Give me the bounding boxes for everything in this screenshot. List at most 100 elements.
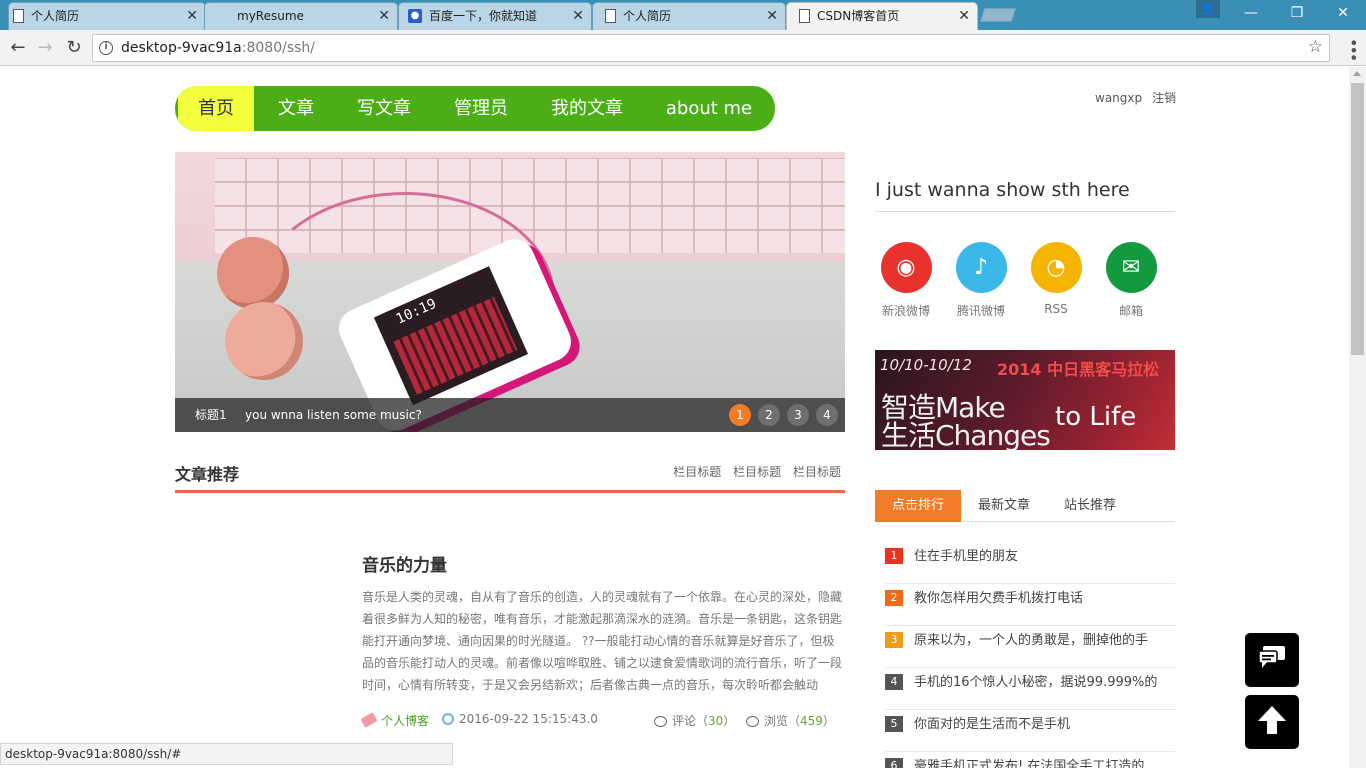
comment-close: ） <box>723 714 736 728</box>
column-link[interactable]: 栏目标题 <box>673 465 721 479</box>
social-tencent-weibo[interactable]: ♪ 腾讯微博 <box>951 242 1011 319</box>
menu-icon[interactable]: ••• <box>1344 38 1363 60</box>
rank-number: 6 <box>885 758 903 768</box>
ad-slogan-2: 生活Changes <box>881 419 1051 450</box>
browser-tab[interactable]: myResume ✕ <box>204 2 398 30</box>
banner-caption-label: 标题1 <box>195 408 227 422</box>
nav-item-home[interactable]: 首页 <box>178 86 254 131</box>
rank-list-item[interactable]: 6 豪雅手机正式发布! 在法国全手工打造的 <box>885 752 1175 768</box>
username-link[interactable]: wangxp <box>1095 91 1142 105</box>
rank-number: 4 <box>885 674 903 690</box>
rss-icon: ◔ <box>1030 242 1082 293</box>
tab-title: 百度一下，你就知道 <box>429 9 538 23</box>
view-label: 浏览（ <box>764 714 801 728</box>
rank-list-item[interactable]: 4 手机的16个惊人小秘密，据说99.999%的 <box>885 668 1175 710</box>
browser-tab[interactable]: 个人简历 ✕ <box>592 2 786 30</box>
view-count: 459 <box>800 714 823 728</box>
banner-headphone-cup <box>217 237 289 309</box>
ad-headline: 2014 中日黑客马拉松 <box>997 360 1160 379</box>
recommend-columns: 栏目标题 栏目标题 栏目标题 <box>665 463 841 480</box>
reload-icon[interactable]: ↻ <box>62 36 86 60</box>
tab-title: CSDN博客首页 <box>817 9 900 23</box>
article-tag[interactable]: 个人博客 <box>360 712 429 729</box>
browser-tab[interactable]: 个人简历 ✕ <box>8 2 206 30</box>
url-text[interactable]: desktop-9vac91a:8080/ssh/ <box>121 35 315 61</box>
article-date: 2016-09-22 15:15:43.0 <box>442 712 598 726</box>
nav-item-write[interactable]: 写文章 <box>343 86 425 131</box>
document-icon <box>13 9 24 23</box>
banner-dot[interactable]: 1 <box>729 404 751 426</box>
recommend-header: 文章推荐 栏目标题 栏目标题 栏目标题 <box>175 457 845 493</box>
user-box: wangxp 注销 <box>1095 89 1186 106</box>
minimize-button[interactable]: — <box>1228 0 1274 26</box>
social-mail[interactable]: ✉ 邮箱 <box>1101 242 1161 319</box>
column-link[interactable]: 栏目标题 <box>733 465 781 479</box>
social-rss[interactable]: ◔ RSS <box>1026 242 1086 316</box>
banner-dot[interactable]: 3 <box>787 404 809 426</box>
tab-top-clicks[interactable]: 点击排行 <box>875 490 961 522</box>
scroll-thumb[interactable] <box>1351 83 1364 355</box>
tab-title: 个人简历 <box>31 9 80 23</box>
sidebar-title: I just wanna show sth here <box>875 179 1175 212</box>
banner-dot[interactable]: 4 <box>816 404 838 426</box>
chat-icon <box>1258 646 1285 668</box>
article-title[interactable]: 音乐的力量 <box>362 551 846 576</box>
close-icon[interactable]: ✕ <box>572 3 584 29</box>
column-link[interactable]: 栏目标题 <box>793 465 841 479</box>
social-weibo[interactable]: ◉ 新浪微博 <box>876 242 936 319</box>
close-icon[interactable]: ✕ <box>766 3 778 29</box>
nav-item-articles[interactable]: 文章 <box>261 86 331 131</box>
rank-title: 豪雅手机正式发布! 在法国全手工打造的 <box>914 759 1145 768</box>
chat-button[interactable] <box>1245 633 1299 687</box>
close-window-button[interactable]: ✕ <box>1320 0 1366 26</box>
info-icon[interactable]: i <box>99 41 113 55</box>
baidu-paw-icon: ● <box>408 9 422 23</box>
comment-icon <box>654 716 667 727</box>
comment-label: 评论（ <box>672 714 709 728</box>
banner-dot[interactable]: 2 <box>758 404 780 426</box>
logout-link[interactable]: 注销 <box>1152 91 1176 105</box>
scroll-up-arrow[interactable] <box>1353 71 1361 76</box>
browser-tab[interactable]: ● 百度一下，你就知道 ✕ <box>398 2 592 30</box>
article-excerpt: 音乐是人类的灵魂，自从有了音乐的创造，人的灵魂就有了一个依靠。在心灵的深处，隐藏… <box>362 590 843 692</box>
rank-title: 原来以为，一个人的勇敢是，删掉他的手 <box>914 633 1149 648</box>
article-comments[interactable]: 评论（30） <box>654 712 735 729</box>
banner-slider[interactable]: 10:19 标题1 you wnna listen some music? 1 … <box>175 152 845 432</box>
nav-item-admin[interactable]: 管理员 <box>440 86 522 131</box>
weibo-icon: ◉ <box>880 242 932 293</box>
hackathon-ad-banner[interactable]: 10/10-10/12 2014 中日黑客马拉松 智造Make 生活Change… <box>875 350 1175 450</box>
banner-caption-text[interactable]: you wnna listen some music? <box>245 398 422 432</box>
main-nav: 首页 文章 写文章 管理员 我的文章 about me <box>175 86 775 131</box>
maximize-button[interactable]: ❐ <box>1274 0 1320 26</box>
tencent-weibo-icon: ♪ <box>955 242 1007 293</box>
document-icon <box>605 9 616 23</box>
social-label: 新浪微博 <box>881 304 930 318</box>
rank-number: 1 <box>885 548 903 564</box>
page-scrollbar[interactable] <box>1349 67 1366 768</box>
back-to-top-button[interactable] <box>1245 695 1299 749</box>
browser-tab-active[interactable]: CSDN博客首页 ✕ <box>786 2 978 30</box>
rank-list-item[interactable]: 2 教你怎样用欠费手机拨打电话 <box>885 584 1175 626</box>
bookmark-star-icon[interactable]: ☆ <box>1308 37 1323 57</box>
profile-icon[interactable]: 👤 <box>1196 0 1220 18</box>
nav-item-about[interactable]: about me <box>653 86 765 131</box>
tab-title: 个人简历 <box>623 9 672 23</box>
article-date-text: 2016-09-22 15:15:43.0 <box>459 712 598 726</box>
close-icon[interactable]: ✕ <box>958 3 970 29</box>
forward-icon[interactable]: → <box>33 36 57 60</box>
article-views: 浏览（459） <box>746 712 835 729</box>
rank-list-item[interactable]: 1 住在手机里的朋友 <box>885 542 1175 584</box>
page-viewport: 首页 文章 写文章 管理员 我的文章 about me wangxp 注销 10:… <box>0 67 1349 768</box>
close-icon[interactable]: ✕ <box>378 3 390 29</box>
close-icon[interactable]: ✕ <box>186 3 198 29</box>
rank-list-item[interactable]: 5 你面对的是生活而不是手机 <box>885 710 1175 752</box>
rank-list-item[interactable]: 3 原来以为，一个人的勇敢是，删掉他的手 <box>885 626 1175 668</box>
back-icon[interactable]: ← <box>6 36 30 60</box>
nav-item-my-articles[interactable]: 我的文章 <box>537 86 637 131</box>
address-bar[interactable]: i desktop-9vac91a:8080/ssh/ ☆ <box>92 34 1330 62</box>
browser-tabstrip: 个人简历 ✕ myResume ✕ ● 百度一下，你就知道 ✕ 个人简历 ✕ C… <box>0 0 1366 30</box>
tab-recommended[interactable]: 站长推荐 <box>1047 490 1133 522</box>
new-tab-button[interactable] <box>979 8 1017 22</box>
ad-slogan-3: to Life <box>1055 402 1137 432</box>
tab-latest[interactable]: 最新文章 <box>961 490 1047 522</box>
